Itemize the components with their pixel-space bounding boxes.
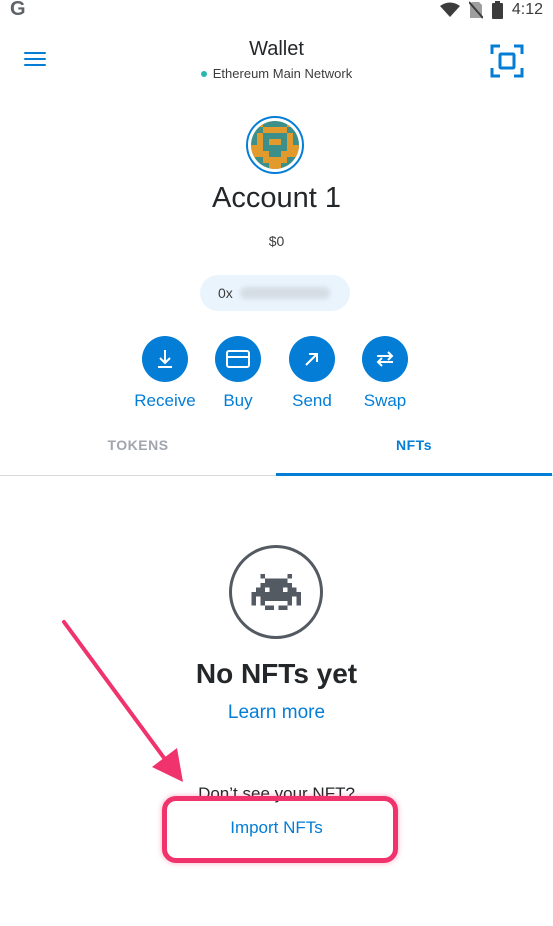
send-label: Send: [292, 391, 332, 410]
account-avatar[interactable]: [246, 116, 304, 174]
download-arrow-icon: [142, 336, 188, 382]
buy-button[interactable]: Buy: [201, 336, 275, 411]
network-indicator[interactable]: Ethereum Main Network: [0, 66, 553, 81]
receive-button[interactable]: Receive: [128, 336, 202, 411]
credit-card-icon: [215, 336, 261, 382]
buy-label: Buy: [223, 391, 253, 410]
google-logo: G: [10, 0, 26, 20]
annotation-highlight-box: [162, 796, 398, 863]
send-button[interactable]: Send: [275, 336, 349, 411]
pixel-invader-icon: [229, 545, 323, 639]
empty-state-heading: No NFTs yet: [195, 658, 358, 689]
tab-nfts[interactable]: NFTs: [276, 424, 552, 476]
address-redacted: [240, 287, 330, 299]
battery-icon: [491, 1, 503, 19]
app-header: Wallet Ethereum Main Network: [0, 34, 553, 90]
swap-arrows-icon: [362, 336, 408, 382]
status-bar: G 4:12: [0, 0, 553, 22]
asset-tabs: TOKENS NFTs: [0, 424, 553, 476]
no-sim-icon: [468, 1, 483, 19]
swap-button[interactable]: Swap: [348, 336, 422, 411]
page-title: Wallet: [249, 38, 304, 60]
status-icons: 4:12: [439, 0, 543, 20]
wallet-screen: G 4:12 Wallet Ethereum Main Network Acco…: [0, 0, 553, 926]
account-name[interactable]: Account 1: [0, 182, 553, 215]
tab-tokens[interactable]: TOKENS: [0, 424, 276, 476]
wifi-icon: [439, 2, 460, 17]
receive-label: Receive: [134, 391, 196, 410]
arrow-up-right-icon: [289, 336, 335, 382]
qr-scan-icon[interactable]: [490, 44, 524, 78]
learn-more-link[interactable]: Learn more: [0, 702, 553, 724]
account-balance: $0: [268, 233, 285, 249]
network-name: Ethereum Main Network: [212, 66, 353, 81]
status-time: 4:12: [511, 1, 543, 18]
account-address: 0x: [218, 285, 233, 301]
network-status-dot: [200, 70, 207, 77]
account-address-pill[interactable]: 0x: [200, 275, 350, 311]
wallet-actions: Receive Buy Send Swap: [0, 336, 553, 416]
identicon: [251, 121, 299, 169]
swap-label: Swap: [363, 391, 407, 410]
